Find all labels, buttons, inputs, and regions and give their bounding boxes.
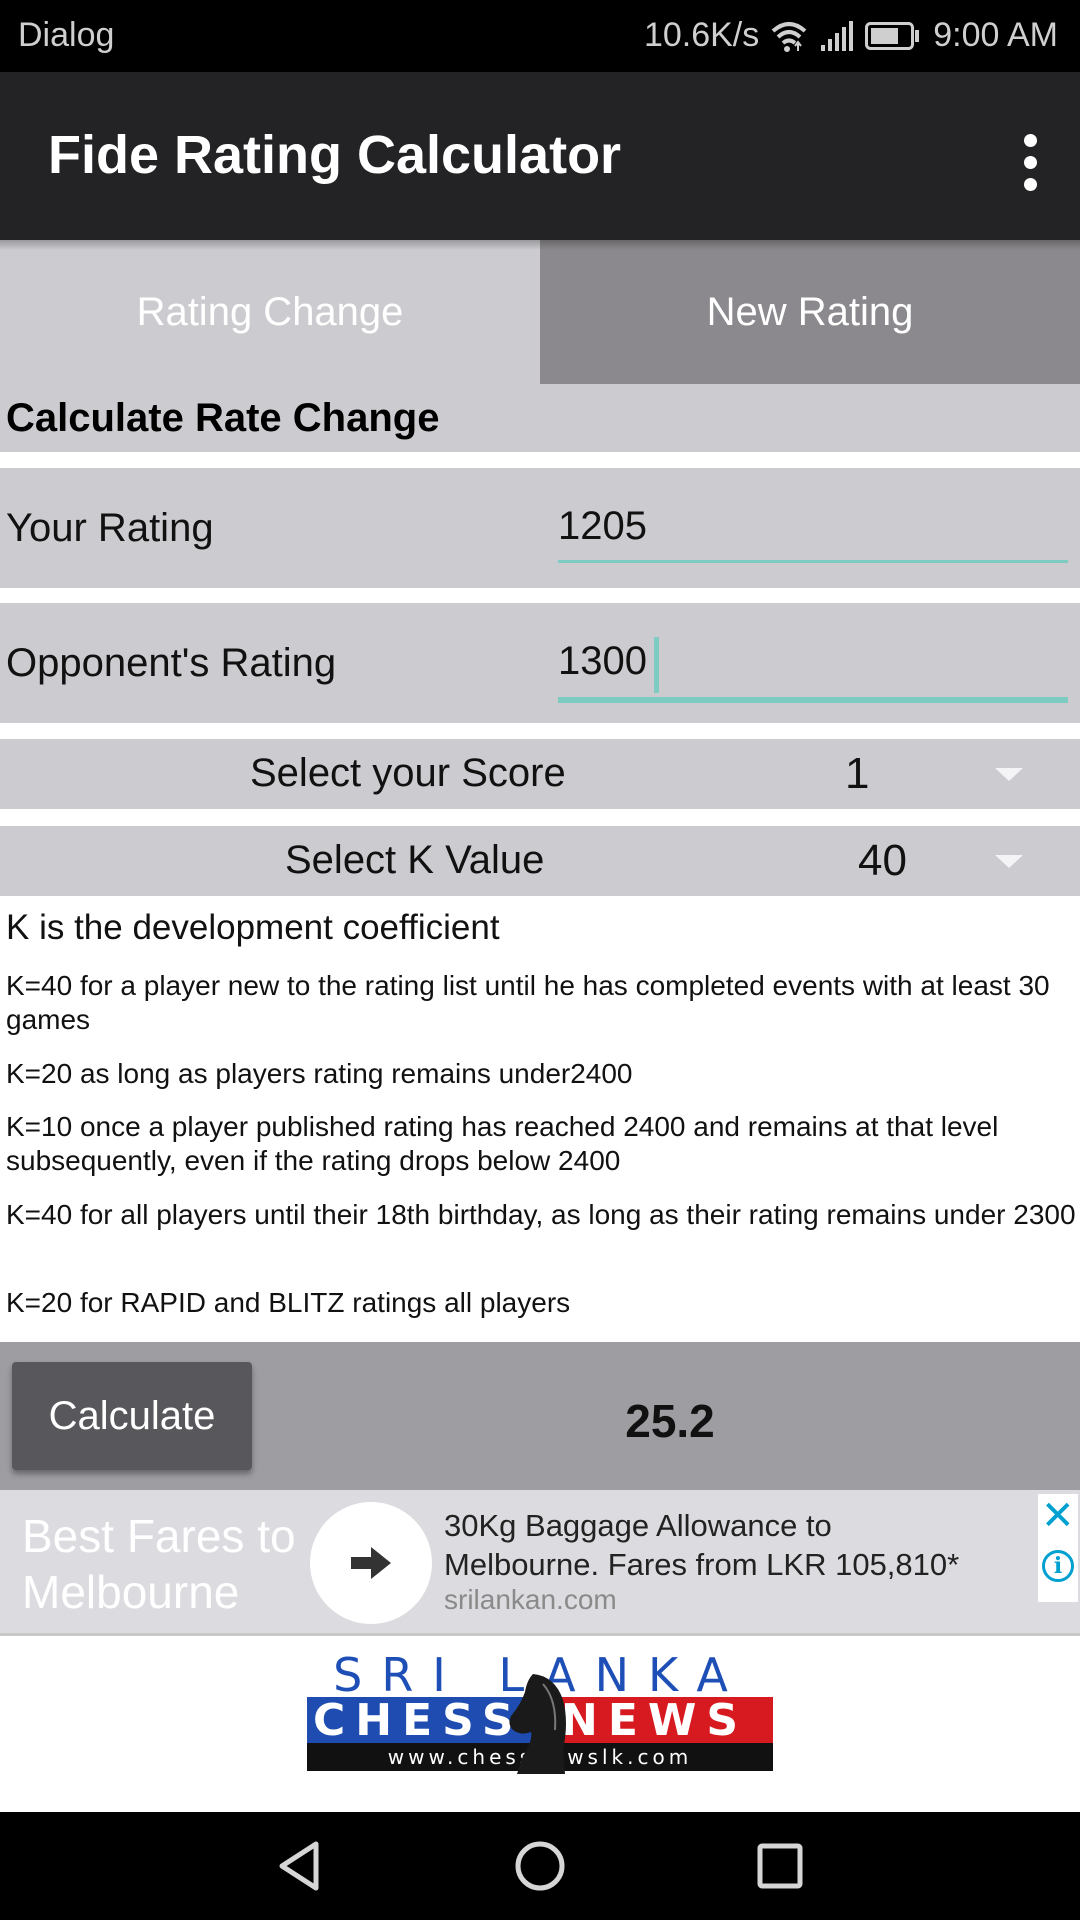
ad-left-line: Best Fares to xyxy=(22,1510,296,1562)
k-value-spinner[interactable]: Select K Value 40 xyxy=(0,826,1080,896)
status-icons: 10.6K/s 9:00 AM xyxy=(644,16,1058,55)
your-rating-row: Your Rating xyxy=(0,468,1080,588)
ad-headline-line: 30Kg Baggage Allowance to xyxy=(444,1508,832,1543)
your-rating-underline xyxy=(558,560,1068,563)
app-title: Fide Rating Calculator xyxy=(48,125,622,185)
k-info-paragraph: K=40 for a player new to the rating list… xyxy=(6,970,1050,1035)
opponent-rating-row: Opponent's Rating xyxy=(0,603,1080,723)
opponent-rating-underline xyxy=(558,697,1068,703)
score-spinner[interactable]: Select your Score 1 xyxy=(0,739,1080,809)
ad-arrow-button[interactable] xyxy=(310,1502,432,1624)
k-info-paragraph: K=20 for RAPID and BLITZ ratings all pla… xyxy=(6,1287,571,1318)
chess-knight-icon xyxy=(509,1674,566,1774)
ad-headline: 30Kg Baggage Allowance to Melbourne. Far… xyxy=(444,1506,1024,1584)
your-rating-label: Your Rating xyxy=(6,506,214,550)
section-header: Calculate Rate Change xyxy=(0,384,1080,452)
wifi-icon xyxy=(771,19,807,53)
carrier-name: Dialog xyxy=(18,16,115,54)
navigation-bar xyxy=(0,1812,1080,1920)
score-value: 1 xyxy=(845,749,870,798)
rating-change-result: 25.2 xyxy=(625,1395,715,1447)
ad-domain: srilankan.com xyxy=(444,1584,617,1615)
your-rating-input[interactable] xyxy=(558,504,1068,549)
recents-icon[interactable] xyxy=(752,1838,808,1894)
score-label: Select your Score xyxy=(250,751,566,795)
network-speed: 10.6K/s xyxy=(643,16,760,54)
overflow-menu-icon-dot xyxy=(1023,133,1037,147)
ad-controls: ✕ i xyxy=(1038,1494,1078,1602)
section-title: Calculate Rate Change xyxy=(6,396,440,440)
k-info-paragraph: K=20 as long as players rating remains u… xyxy=(6,1058,633,1089)
ad-banner[interactable]: Best Fares to Melbourne 30Kg Baggage All… xyxy=(0,1490,1080,1636)
clock: 9:00 AM xyxy=(933,16,1058,54)
app-bar: Fide Rating Calculator xyxy=(0,72,1080,240)
chess-news-logo[interactable]: SRI LANKA CHESS NEWS www.chessnewslk.com xyxy=(307,1652,773,1774)
ad-headline-line: Melbourne. Fares from LKR 105,810* xyxy=(444,1547,960,1582)
battery-icon xyxy=(865,21,921,50)
k-info-paragraph: K=10 once a player published rating has … xyxy=(6,1111,999,1176)
tab-bar: Rating Change New Rating xyxy=(0,240,1080,384)
logo-news-text: NEWS xyxy=(561,1695,749,1746)
tab-rating-change[interactable]: Rating Change xyxy=(0,240,540,384)
k-value-value: 40 xyxy=(858,836,907,885)
text-cursor xyxy=(654,637,659,693)
tab-new-rating[interactable]: New Rating xyxy=(540,240,1080,384)
status-bar: Dialog 10.6K/s 9:00 AM xyxy=(0,0,1080,72)
overflow-menu-icon-dot xyxy=(1023,177,1037,191)
ad-left-text: Best Fares to Melbourne xyxy=(22,1508,296,1620)
dropdown-arrow-icon xyxy=(995,768,1023,781)
ad-close-icon[interactable]: ✕ xyxy=(1041,1496,1075,1536)
opponent-rating-label: Opponent's Rating xyxy=(6,641,337,685)
k-info-heading: K is the development coefficient xyxy=(6,908,500,947)
calculate-button[interactable]: Calculate xyxy=(12,1362,252,1470)
dropdown-arrow-icon xyxy=(995,855,1023,868)
k-info-paragraph: K=40 for all players until their 18th bi… xyxy=(6,1199,1076,1230)
arrow-right-icon xyxy=(351,1547,391,1579)
k-value-label: Select K Value xyxy=(285,838,545,882)
overflow-menu-button[interactable] xyxy=(1010,122,1050,202)
home-icon[interactable] xyxy=(512,1838,568,1894)
overflow-menu-icon-dot xyxy=(1023,155,1037,169)
back-icon[interactable] xyxy=(272,1838,328,1894)
ad-left-line: Melbourne xyxy=(22,1566,240,1618)
opponent-rating-input[interactable] xyxy=(558,639,1068,684)
logo-chess-text: CHESS xyxy=(313,1695,524,1746)
calculate-bar: Calculate 25.2 xyxy=(0,1342,1080,1492)
signal-icon xyxy=(819,20,854,51)
ad-info-icon[interactable]: i xyxy=(1042,1550,1074,1582)
